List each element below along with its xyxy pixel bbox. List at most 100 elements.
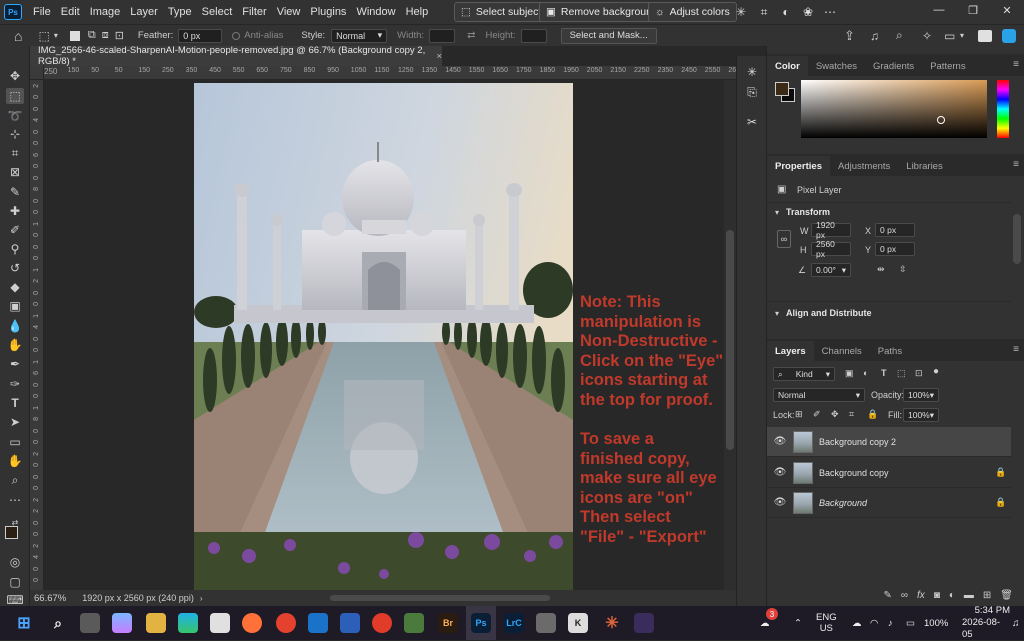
object-selection-tool-icon[interactable]: ⊹	[6, 126, 24, 142]
close-tab-icon[interactable]: ×	[436, 51, 442, 62]
contrast-icon[interactable]: ◐	[778, 4, 794, 20]
angle-field[interactable]: 0.00° ▾	[811, 263, 851, 277]
layer-row[interactable]: 👁 Background copy 2	[767, 427, 1011, 457]
tab-paths[interactable]: Paths	[870, 341, 910, 361]
height-input[interactable]	[520, 28, 547, 43]
home-icon[interactable]: ⌂	[14, 28, 22, 44]
select-subject-button[interactable]: ⬚ Select subject	[454, 2, 549, 22]
new-selection-icon[interactable]	[69, 30, 80, 41]
volume-icon[interactable]: ♪	[888, 606, 893, 640]
flip-vertical-icon[interactable]: ⇳	[899, 264, 907, 275]
task-view-icon[interactable]	[80, 613, 100, 633]
word-icon[interactable]	[340, 613, 360, 633]
chevron-down-icon[interactable]: ▾	[775, 208, 779, 217]
brush-tool-icon[interactable]: ✐	[6, 222, 24, 238]
stamp-tool-icon[interactable]: ⚲	[6, 241, 24, 257]
widgets-icon[interactable]	[112, 613, 132, 633]
clock[interactable]: 5:34 PM 2026-08-05	[962, 605, 1010, 640]
panel-menu-icon[interactable]: ≡	[1013, 344, 1019, 355]
tab-gradients[interactable]: Gradients	[865, 56, 922, 76]
cloud-icon[interactable]: ☁	[852, 606, 862, 640]
layer-row[interactable]: 👁 Background copy 🔒	[767, 458, 1011, 488]
history-icon[interactable]: ⎘	[744, 84, 760, 100]
flip-horizontal-icon[interactable]: ⇹	[877, 264, 885, 275]
path-selection-tool-icon[interactable]: ➤	[6, 414, 24, 430]
tab-properties[interactable]: Properties	[767, 156, 830, 176]
color-picker-cursor[interactable]	[937, 116, 945, 124]
eye-icon[interactable]: 👁	[767, 436, 793, 447]
add-mask-icon[interactable]: ◙	[934, 590, 940, 601]
layer-name[interactable]: Background	[819, 498, 991, 508]
color-field[interactable]	[801, 80, 987, 138]
new-group-icon[interactable]: ▬	[964, 590, 974, 601]
chevron-down-icon[interactable]: ▾	[54, 31, 58, 40]
close-icon[interactable]: ✕	[990, 0, 1024, 20]
lock-icon[interactable]: 🔒	[991, 497, 1011, 508]
blend-mode-select[interactable]: Normal ▾	[773, 388, 865, 402]
chevron-right-icon[interactable]: ›	[200, 594, 203, 603]
pen-tool-icon[interactable]: ✒	[6, 356, 24, 372]
screen-mode-icon[interactable]: ▢	[6, 574, 24, 590]
search-icon[interactable]: ⌕	[48, 613, 68, 633]
menu-select[interactable]: Select	[197, 6, 238, 18]
trash-icon[interactable]: 🗑	[1000, 590, 1013, 601]
more-icon[interactable]: ⋯	[822, 4, 838, 20]
link-icon[interactable]: ∞	[777, 230, 791, 248]
add-selection-icon[interactable]: ⧉	[88, 29, 96, 42]
hue-slider[interactable]	[997, 80, 1009, 138]
effects-icon[interactable]: ❀	[800, 4, 816, 20]
generative-icon[interactable]: ✳	[744, 64, 760, 80]
search-icon[interactable]: ⌕	[896, 28, 903, 43]
workspace-icon[interactable]: ▭	[944, 29, 955, 43]
lock-position-icon[interactable]: ✥	[831, 409, 839, 420]
layer-style-icon[interactable]: fx	[917, 590, 925, 601]
move-tool-icon[interactable]: ✥	[6, 68, 24, 84]
opacity-field[interactable]: 100% ▾	[903, 388, 939, 402]
calculator-icon[interactable]	[536, 613, 556, 633]
frame-tool-icon[interactable]: ⊠	[6, 164, 24, 180]
wifi-icon[interactable]: ◠	[870, 606, 878, 640]
healing-brush-tool-icon[interactable]: ✚	[6, 203, 24, 219]
zoom-tool-icon[interactable]: ⌕	[6, 472, 24, 488]
document-tab[interactable]: IMG_2566-46-scaled-SharpenAI-Motion-peop…	[30, 45, 442, 67]
chrome-icon[interactable]	[276, 613, 296, 633]
creative-cloud-icon[interactable]	[1002, 28, 1016, 43]
lock-transparent-icon[interactable]: ⊞	[795, 409, 803, 420]
menu-help[interactable]: Help	[401, 6, 434, 18]
height-field[interactable]: 2560 px	[811, 239, 851, 259]
lightbulb-icon[interactable]: ✧	[922, 29, 932, 43]
panel-menu-icon[interactable]: ≡	[1013, 159, 1019, 170]
layer-row[interactable]: 👁 Background 🔒	[767, 488, 1011, 518]
photoshop-icon[interactable]: Ps	[471, 613, 491, 633]
width-input[interactable]	[429, 28, 456, 43]
document-info[interactable]: 1920 px x 2560 px (240 ppi)	[82, 593, 194, 603]
file-explorer-icon[interactable]	[146, 613, 166, 633]
language-indicator[interactable]: ENG US	[816, 606, 837, 640]
eraser-tool-icon[interactable]: ◆	[6, 279, 24, 295]
swap-icon[interactable]: ⇄	[467, 30, 475, 41]
adjust-colors-button[interactable]: ☼ Adjust colors	[648, 2, 737, 22]
new-layer-icon[interactable]: ⊞	[983, 590, 991, 601]
type-tool-icon[interactable]: T	[6, 395, 24, 411]
lock-image-icon[interactable]: ✐	[813, 409, 821, 420]
menu-image[interactable]: Image	[85, 6, 126, 18]
menu-filter[interactable]: Filter	[237, 6, 271, 18]
foreground-color-swatch[interactable]	[5, 526, 18, 539]
tab-adjustments[interactable]: Adjustments	[830, 156, 898, 176]
claude-icon[interactable]: ✳	[602, 613, 622, 633]
filter-shape-icon[interactable]: ⬚	[897, 368, 906, 379]
tab-patterns[interactable]: Patterns	[922, 56, 973, 76]
fill-field[interactable]: 100% ▾	[903, 408, 939, 422]
color-foreground-swatch[interactable]	[775, 82, 789, 96]
link-layers-icon[interactable]: ∞	[901, 590, 908, 601]
menu-plugins[interactable]: Plugins	[305, 6, 351, 18]
feather-input[interactable]: 0 px	[178, 28, 223, 43]
lock-all-icon[interactable]: 🔒	[867, 409, 878, 420]
horizontal-scrollbar[interactable]	[330, 595, 550, 601]
tab-libraries[interactable]: Libraries	[898, 156, 950, 176]
filter-type-icon[interactable]: T	[881, 368, 887, 378]
filter-toggle-icon[interactable]: ●	[933, 366, 939, 377]
filter-adjustment-icon[interactable]: ◐	[863, 368, 868, 378]
chevron-down-icon[interactable]: ▾	[960, 31, 964, 40]
style-select[interactable]: Normal ▾	[331, 28, 388, 43]
